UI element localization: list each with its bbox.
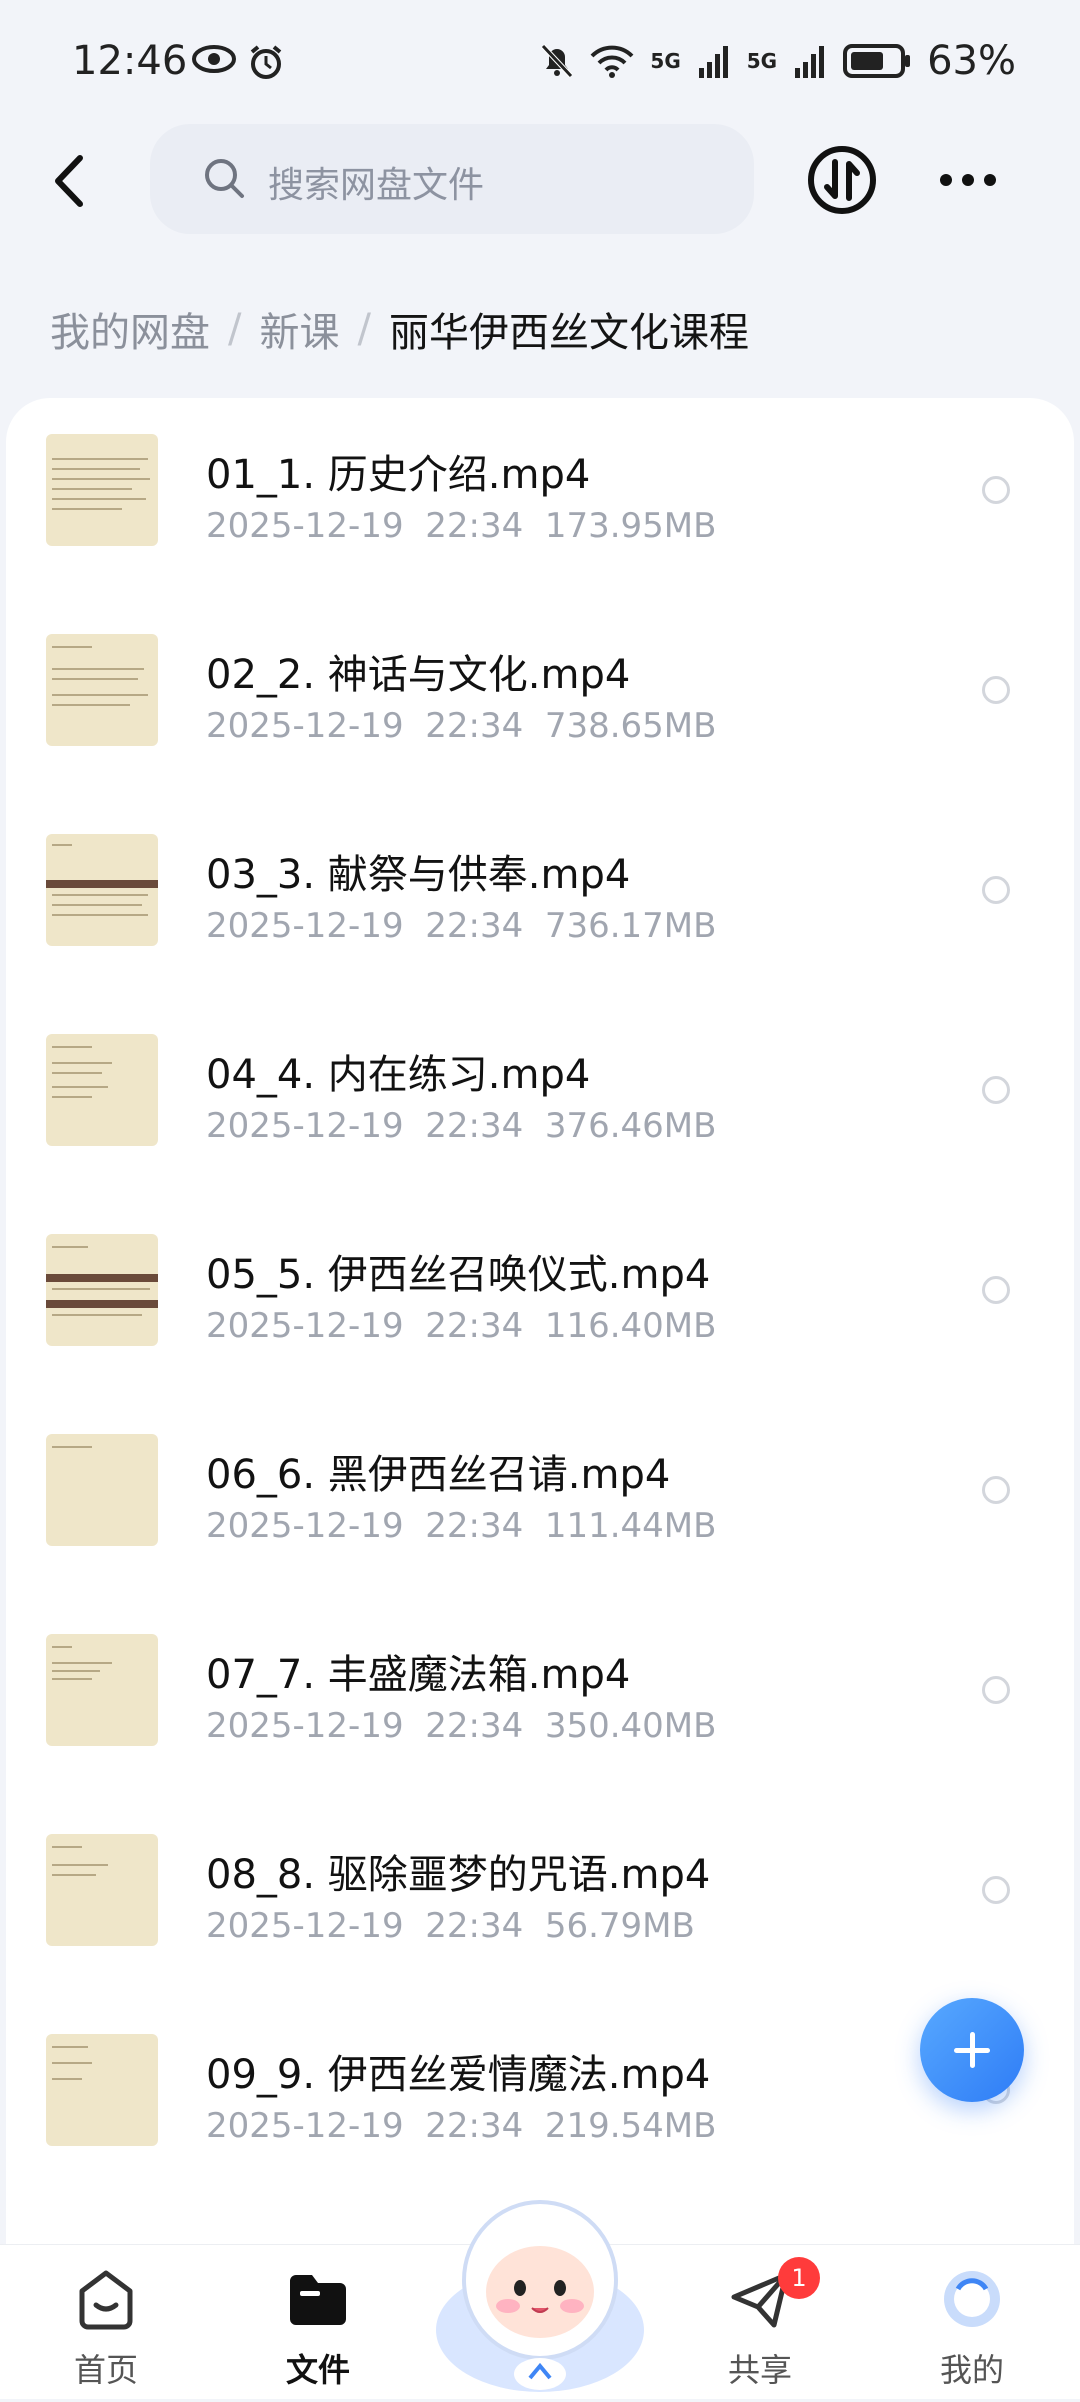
video-thumbnail (46, 834, 158, 946)
mascot-icon (436, 2200, 644, 2392)
select-checkbox[interactable] (982, 1276, 1010, 1304)
select-checkbox[interactable] (982, 1876, 1010, 1904)
video-thumbnail (46, 1634, 158, 1746)
list-item[interactable]: 04_4. 内在练习.mp4 2025-12-19 22:34 376.46MB (6, 998, 1074, 1198)
share-badge: 1 (778, 2257, 820, 2299)
video-thumbnail (46, 2034, 158, 2146)
select-checkbox[interactable] (982, 876, 1010, 904)
file-name: 06_6. 黑伊西丝召请.mp4 (206, 1452, 671, 1498)
select-checkbox[interactable] (982, 1076, 1010, 1104)
breadcrumb: 我的网盘 / 新课 / 丽华伊西丝文化课程 (50, 300, 749, 358)
alarm-icon (250, 45, 282, 79)
transfer-button[interactable] (806, 144, 878, 216)
add-button[interactable] (920, 1998, 1024, 2102)
select-checkbox[interactable] (982, 1676, 1010, 1704)
breadcrumb-item-root[interactable]: 我的网盘 (50, 300, 210, 358)
file-name: 05_5. 伊西丝召唤仪式.mp4 (206, 1252, 711, 1298)
home-icon (79, 2270, 133, 2330)
file-meta: 2025-12-19 22:34 738.65MB (206, 706, 717, 746)
top-bar: 搜索网盘文件 (0, 120, 1080, 240)
signal-label-1: 5G (650, 49, 681, 73)
file-meta: 2025-12-19 22:34 116.40MB (206, 1306, 717, 1346)
list-item[interactable]: 03_3. 献祭与供奉.mp4 2025-12-19 22:34 736.17M… (6, 798, 1074, 998)
file-name: 07_7. 丰盛魔法箱.mp4 (206, 1652, 631, 1698)
tab-share[interactable]: 1 共享 (690, 2245, 830, 2399)
search-icon (205, 159, 244, 198)
list-item[interactable]: 07_7. 丰盛魔法箱.mp4 2025-12-19 22:34 350.40M… (6, 1598, 1074, 1798)
eye-icon (192, 45, 236, 73)
tab-home-label: 首页 (73, 2351, 138, 2389)
list-item[interactable]: 08_8. 驱除噩梦的咒语.mp4 2025-12-19 22:34 56.79… (6, 1798, 1074, 1998)
file-meta: 2025-12-19 22:34 111.44MB (206, 1506, 717, 1546)
list-item[interactable]: 01_1. 历史介绍.mp4 2025-12-19 22:34 173.95MB (6, 398, 1074, 598)
file-name: 02_2. 神话与文化.mp4 (206, 652, 631, 698)
tab-home[interactable]: 首页 (36, 2245, 176, 2399)
breadcrumb-item-folder[interactable]: 新课 (259, 300, 339, 358)
battery-percent: 63% (927, 38, 1016, 84)
back-arrow-icon (55, 155, 83, 207)
list-item[interactable]: 09_9. 伊西丝爱情魔法.mp4 2025-12-19 22:34 219.5… (6, 1998, 1074, 2198)
video-thumbnail (46, 1834, 158, 1946)
signal-label-2: 5G (746, 49, 778, 73)
file-name: 01_1. 历史介绍.mp4 (206, 452, 591, 498)
file-meta: 2025-12-19 22:34 376.46MB (206, 1106, 717, 1146)
file-meta: 2025-12-19 22:34 736.17MB (206, 906, 717, 946)
list-item[interactable]: 06_6. 黑伊西丝召请.mp4 2025-12-19 22:34 111.44… (6, 1398, 1074, 1598)
video-thumbnail (46, 1434, 158, 1546)
tab-me-label: 我的 (939, 2351, 1004, 2389)
tab-share-label: 共享 (727, 2351, 792, 2389)
video-thumbnail (46, 634, 158, 746)
file-name: 09_9. 伊西丝爱情魔法.mp4 (206, 2052, 711, 2098)
more-options-button[interactable] (932, 150, 1004, 210)
more-dots-icon (940, 174, 996, 186)
wifi-icon (590, 45, 634, 78)
transfer-icon (808, 146, 876, 214)
video-thumbnail (46, 434, 158, 546)
status-time: 12:46 (72, 38, 188, 84)
file-list: 01_1. 历史介绍.mp4 2025-12-19 22:34 173.95MB… (6, 398, 1074, 2248)
file-name: 04_4. 内在练习.mp4 (206, 1052, 591, 1098)
tab-files[interactable]: 文件 (248, 2245, 388, 2399)
signal-bars-icon (698, 46, 728, 78)
file-name: 03_3. 献祭与供奉.mp4 (206, 852, 631, 898)
file-meta: 2025-12-19 22:34 219.54MB (206, 2106, 717, 2146)
tab-files-label: 文件 (285, 2351, 350, 2389)
mute-bell-icon (541, 44, 574, 78)
select-checkbox[interactable] (982, 1476, 1010, 1504)
battery-icon (843, 44, 911, 78)
search-placeholder: 搜索网盘文件 (268, 165, 485, 206)
profile-icon (944, 2271, 1000, 2327)
file-meta: 2025-12-19 22:34 56.79MB (206, 1906, 695, 1946)
file-meta: 2025-12-19 22:34 173.95MB (206, 506, 717, 546)
signal-bars-icon (795, 46, 825, 78)
tab-me[interactable]: 我的 (902, 2245, 1042, 2399)
search-input[interactable]: 搜索网盘文件 (150, 124, 754, 234)
back-button[interactable] (40, 146, 110, 216)
video-thumbnail (46, 1234, 158, 1346)
breadcrumb-item-current: 丽华伊西丝文化课程 (388, 310, 749, 356)
breadcrumb-separator: / (228, 306, 242, 352)
file-name: 08_8. 驱除噩梦的咒语.mp4 (206, 1852, 711, 1898)
ai-assistant-button[interactable] (430, 2180, 650, 2398)
list-item[interactable]: 05_5. 伊西丝召唤仪式.mp4 2025-12-19 22:34 116.4… (6, 1198, 1074, 1398)
status-bar: 12:46 5G 5G 63% (0, 0, 1080, 130)
list-item[interactable]: 02_2. 神话与文化.mp4 2025-12-19 22:34 738.65M… (6, 598, 1074, 798)
file-meta: 2025-12-19 22:34 350.40MB (206, 1706, 717, 1746)
breadcrumb-separator: / (357, 306, 371, 352)
select-checkbox[interactable] (982, 476, 1010, 504)
folder-icon (290, 2275, 346, 2325)
video-thumbnail (46, 1034, 158, 1146)
select-checkbox[interactable] (982, 676, 1010, 704)
